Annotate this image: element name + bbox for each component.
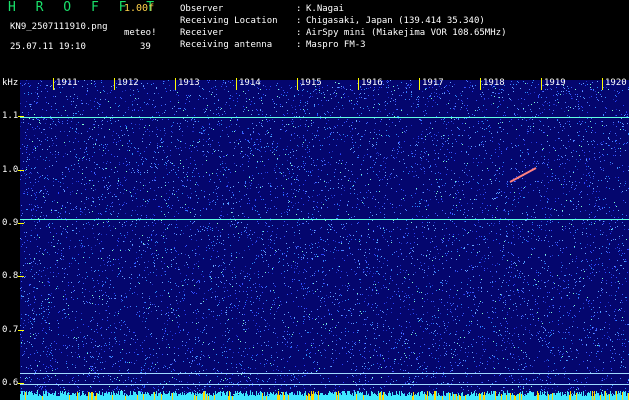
location-colon: : [296, 16, 302, 26]
x-tick-label: 1919 [541, 78, 566, 90]
x-tick-mark [541, 78, 542, 90]
x-tick-mark [602, 78, 603, 90]
y-tick-label: 0.6 [2, 378, 24, 388]
x-tick-label: 1918 [480, 78, 505, 90]
spectrogram-plot [20, 80, 629, 400]
y-tick-mark [18, 329, 24, 331]
x-tick-label: 1915 [297, 78, 322, 90]
observer-colon: : [296, 4, 302, 14]
x-tick-label: 1912 [114, 78, 139, 90]
y-tick-mark [18, 383, 24, 384]
meteor-echo [509, 167, 537, 183]
meteo-label: meteo! [124, 28, 157, 38]
x-tick-mark [236, 78, 237, 90]
datetime-label: 25.07.11 19:10 [10, 42, 86, 52]
unit-label: kHz [2, 78, 19, 88]
carrier-line [20, 384, 629, 385]
x-tick-mark [358, 78, 359, 90]
receiver-value: AirSpy mini (Miakejima VOR 108.65MHz) [306, 28, 507, 38]
observer-value: K.Nagai [306, 4, 344, 14]
carrier-line [20, 117, 629, 119]
x-tick-label: 1913 [175, 78, 200, 90]
x-tick-label: 1911 [53, 78, 78, 90]
y-tick-mark [18, 223, 24, 224]
count-label: 39 [140, 42, 151, 52]
y-tick-mark [18, 169, 24, 171]
x-tick-label: 1920 [602, 78, 627, 90]
location-value: Chigasaki, Japan (139.414 35.340) [306, 16, 485, 26]
y-tick-label: 0.8 [2, 271, 24, 281]
antenna-colon: : [296, 40, 302, 50]
carrier-line [20, 373, 629, 375]
x-tick-mark [480, 78, 481, 90]
version-label: 1.00f [124, 3, 155, 14]
x-tick-mark [297, 78, 298, 90]
header-panel: H R O F F T 1.00f KN9_2507111910.png met… [0, 0, 629, 76]
location-label: Receiving Location [180, 16, 278, 26]
observer-label: Observer [180, 4, 224, 14]
y-tick-label: 1.1 [2, 111, 24, 121]
filename-label: KN9_2507111910.png [10, 22, 108, 32]
y-tick-mark [18, 276, 24, 278]
y-tick-label: 0.7 [2, 325, 24, 335]
x-tick-label: 1914 [236, 78, 261, 90]
x-tick-label: 1916 [358, 78, 383, 90]
y-tick-mark [18, 116, 24, 118]
x-tick-mark [53, 78, 54, 90]
x-tick-label: 1917 [419, 78, 444, 90]
y-tick-label: 0.9 [2, 218, 24, 228]
antenna-label: Receiving antenna [180, 40, 273, 50]
x-tick-mark [419, 78, 420, 90]
noise-field [20, 80, 629, 400]
carrier-line [20, 218, 629, 220]
receiver-colon: : [296, 28, 302, 38]
y-tick-label: 1.0 [2, 165, 24, 175]
antenna-value: Maspro FM-3 [306, 40, 366, 50]
x-tick-mark [175, 78, 176, 90]
x-tick-mark [114, 78, 115, 90]
receiver-label: Receiver [180, 28, 224, 38]
